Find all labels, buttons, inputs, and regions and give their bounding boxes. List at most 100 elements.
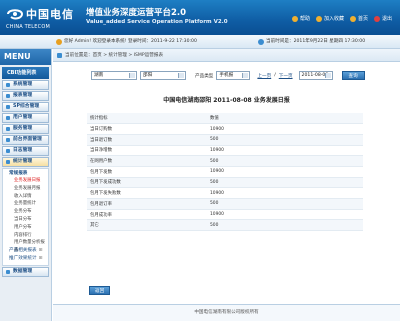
table-cell-value: 10900	[207, 187, 363, 199]
table-cell-metric: 包月成功率	[87, 209, 207, 221]
page: 中国电信 CHINA TELECOM 增值业务深度运营平台2.0 Value_a…	[0, 0, 400, 321]
table-row: 包月下发数 10900	[87, 166, 363, 178]
province-select[interactable]: 湖南	[91, 71, 137, 80]
table-cell-metric: 其它	[87, 219, 207, 232]
city-select[interactable]: 邵阳	[140, 71, 186, 80]
submenu-product-reports[interactable]: 产品相关报表 ⊞	[3, 247, 48, 255]
table-header-cell: 统计指标	[87, 113, 207, 125]
table-row: 包月成功率 10900	[87, 209, 363, 221]
table-header-cell: 数值	[207, 113, 363, 125]
user-icon	[56, 39, 62, 45]
logo-chinese-text: 中国电信	[26, 8, 74, 21]
table-row: 在网用户数 500	[87, 155, 363, 167]
expand-icon: ⊞	[38, 248, 43, 254]
submenu-user-dist[interactable]: 用户分布	[3, 224, 48, 232]
nav-item-statistics[interactable]: 统计管理	[2, 157, 49, 167]
footer: 中国电信湖南有限公司版权所有	[53, 304, 400, 321]
product-type-label: 产品类型	[195, 73, 214, 79]
table-cell-metric: 在网用户数	[87, 155, 207, 167]
breadcrumb: 当前位置是：首页 > 统计管理 > ISMP运营报表	[53, 49, 400, 62]
clock-icon	[258, 39, 264, 45]
current-time: 当前时间是：2011年9月22日 星期四 17:30:00	[266, 39, 366, 44]
table-cell-value: 10900	[207, 166, 363, 178]
expand-icon: ⊞	[38, 256, 43, 262]
nav-item-system[interactable]: 系统管理	[2, 80, 49, 90]
report-title: 中国电信湖南邵阳 2011-08-08 业务发展日报	[163, 97, 290, 104]
table-cell-metric: 包月下发失败数	[87, 187, 207, 199]
submenu-content-rank[interactable]: 内容排行	[3, 232, 48, 240]
statistics-submenu: 常规报表 业务发展日报 业务发展月报 收入详情 业务量统计 业务分布 当日分布 …	[2, 168, 49, 267]
table-cell-value: 500	[207, 134, 363, 146]
help-link-label: 帮助	[299, 16, 310, 22]
menu-title: MENU	[0, 49, 51, 65]
welcome-text: 您好 Admin! 欢迎登录本系统! 登录时间：2011-9-22 17:30:…	[64, 39, 197, 44]
nav-item-frontend[interactable]: 前台界面管理	[2, 135, 49, 145]
table-row: 包月退订率 500	[87, 198, 363, 210]
nav-item-sp[interactable]: SP综合管理	[2, 102, 49, 112]
home-link[interactable]: 首页	[349, 15, 368, 22]
welcome-bar: 您好 Admin! 欢迎登录本系统! 登录时间：2011-9-22 17:30:…	[0, 35, 400, 49]
table-cell-value: 500	[207, 219, 363, 232]
system-subtitle: Value_added Service Operation Platform V…	[86, 19, 228, 25]
table-cell-metric: 包月下发数	[87, 166, 207, 178]
china-telecom-logo-icon	[7, 9, 24, 20]
submenu-monthly-report[interactable]: 业务发展月报	[3, 185, 48, 193]
submenu-promo-stats-label: 推广效果统计	[9, 256, 37, 262]
submenu-business-dist[interactable]: 业务分布	[3, 208, 48, 216]
submenu-income-detail[interactable]: 收入详情	[3, 193, 48, 201]
logo-english-text: CHINA TELECOM	[6, 24, 50, 30]
help-link[interactable]: 帮助	[291, 15, 310, 22]
sidebar: MENU CBI功能列表 系统管理 报表管理 SP综合管理 用户管理 服务管理 …	[0, 49, 52, 321]
next-page-link[interactable]: 下一页	[279, 73, 293, 79]
query-button[interactable]: 查询	[341, 71, 365, 80]
table-cell-value: 500	[207, 177, 363, 189]
table-cell-value: 10900	[207, 209, 363, 221]
nav-item-data[interactable]: 数据管理	[2, 267, 49, 278]
nav-item-users[interactable]: 用户管理	[2, 113, 49, 123]
help-icon	[291, 15, 298, 22]
table-row: 当日退订数 500	[87, 134, 363, 146]
logout-link[interactable]: 退出	[373, 15, 392, 22]
logout-link-label: 退出	[381, 16, 392, 22]
submenu-product-reports-label: 产品相关报表	[9, 248, 37, 254]
logout-icon	[373, 15, 380, 22]
table-cell-value: 10900	[207, 145, 363, 157]
table-cell-metric: 包月退订率	[87, 198, 207, 210]
submenu-head-regular[interactable]: 常规报表	[3, 170, 48, 177]
table-cell-metric: 当日退订数	[87, 134, 207, 146]
star-icon	[315, 15, 322, 22]
back-button[interactable]: 返回	[89, 286, 111, 295]
prev-page-link[interactable]: 上一页	[257, 73, 271, 79]
filter-bar: 湖南 邵阳 产品类型 手机报 上一页 / 下一页 2011-08-08 查询	[91, 71, 365, 80]
date-select[interactable]: 2011-08-08	[298, 71, 333, 80]
table-cell-metric: 当日订购数	[87, 123, 207, 135]
submenu-daily-dist[interactable]: 当日分布	[3, 216, 48, 224]
submenu-user-analysis[interactable]: 用户数量分析报表	[3, 239, 48, 253]
table-header-row: 统计指标 数值	[87, 113, 363, 125]
category-title: CBI功能列表	[2, 67, 49, 79]
nav-item-services[interactable]: 服务管理	[2, 124, 49, 134]
submenu-daily-report[interactable]: 业务发展日报	[3, 177, 48, 185]
table-cell-value: 500	[207, 198, 363, 210]
table-row: 当日订购数 10900	[87, 123, 363, 135]
nav-item-reports[interactable]: 报表管理	[2, 91, 49, 101]
link-separator: /	[274, 73, 276, 78]
submenu-volume-stats[interactable]: 业务量统计	[3, 200, 48, 208]
submenu-promo-stats[interactable]: 推广效果统计 ⊞	[3, 255, 48, 263]
home-link-label: 首页	[357, 16, 368, 22]
main-content: 当前位置是：首页 > 统计管理 > ISMP运营报表 湖南 邵阳 产品类型 手机…	[53, 49, 400, 321]
table-cell-value: 10900	[207, 123, 363, 135]
favorite-link-label: 加入收藏	[323, 16, 344, 22]
table-cell-value: 500	[207, 155, 363, 167]
table-cell-metric: 包月下发成功数	[87, 177, 207, 189]
header-bar: 中国电信 CHINA TELECOM 增值业务深度运营平台2.0 Value_a…	[0, 0, 400, 35]
table-row: 其它 500	[87, 219, 363, 232]
product-type-select[interactable]: 手机报	[216, 71, 251, 80]
favorite-link[interactable]: 加入收藏	[315, 15, 344, 22]
table-row: 当日净增数 10900	[87, 145, 363, 157]
nav-item-logs[interactable]: 日志管理	[2, 146, 49, 156]
home-icon	[349, 15, 356, 22]
header-links: 帮助 加入收藏 首页 退出	[291, 15, 392, 22]
table-row: 包月下发失败数 10900	[87, 187, 363, 199]
table-row: 包月下发成功数 500	[87, 177, 363, 189]
